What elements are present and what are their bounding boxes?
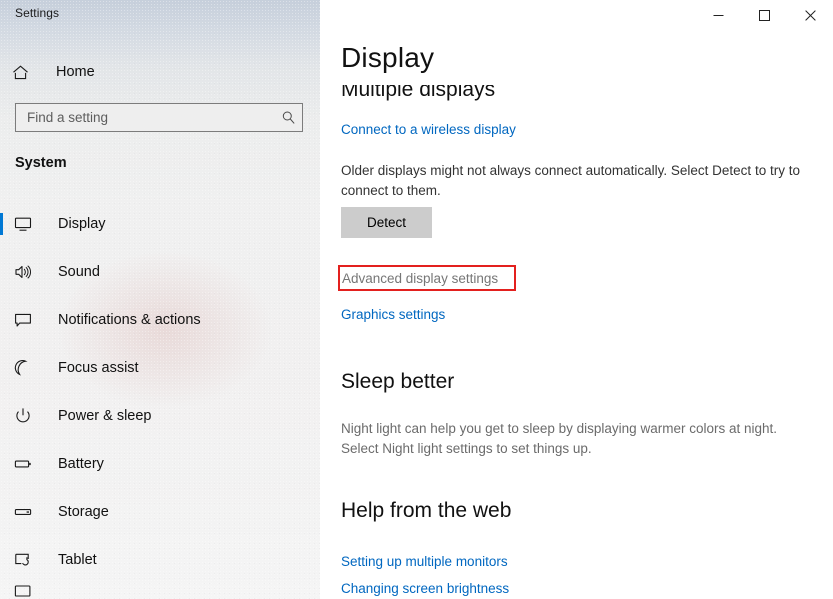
sidebar-item-sound[interactable]: Sound	[0, 248, 320, 296]
battery-icon	[14, 455, 40, 473]
storage-drive-icon	[14, 503, 40, 521]
sidebar-item-notifications[interactable]: Notifications & actions	[0, 296, 320, 344]
page-title: Display	[341, 42, 434, 74]
help-heading: Help from the web	[341, 499, 511, 523]
sidebar-item-label: Focus assist	[58, 360, 139, 376]
tablet-touch-icon	[14, 551, 40, 569]
sidebar-item-label: Notifications & actions	[58, 312, 201, 328]
sleep-better-description: Night light can help you get to sleep by…	[341, 419, 806, 459]
sidebar-item-overflow-clipped[interactable]	[14, 584, 54, 599]
sidebar-item-label: Display	[58, 216, 106, 232]
connect-wireless-display-link[interactable]: Connect to a wireless display	[341, 122, 516, 137]
sidebar-item-label: Sound	[58, 264, 100, 280]
notification-balloon-icon	[14, 311, 40, 329]
sidebar: Settings Home Find a setting System	[0, 0, 320, 599]
sidebar-item-label: Storage	[58, 504, 109, 520]
window-controls	[695, 0, 833, 30]
sleep-better-heading: Sleep better	[341, 370, 454, 394]
sidebar-item-label: Battery	[58, 456, 104, 472]
advanced-display-settings-highlight: Advanced display settings	[338, 265, 516, 291]
close-icon	[805, 10, 816, 21]
moon-icon	[14, 359, 40, 377]
monitor-icon	[14, 215, 40, 233]
home-icon	[12, 64, 38, 81]
search-placeholder: Find a setting	[16, 110, 274, 125]
sidebar-nav: Display Sound	[0, 200, 320, 584]
sidebar-item-battery[interactable]: Battery	[0, 440, 320, 488]
detect-description: Older displays might not always connect …	[341, 161, 806, 201]
detect-button[interactable]: Detect	[341, 207, 432, 238]
advanced-display-settings-link[interactable]: Advanced display settings	[340, 271, 498, 286]
close-button[interactable]	[787, 0, 833, 30]
page-title-bar: Display	[320, 40, 833, 85]
sidebar-item-home[interactable]: Home	[12, 58, 95, 86]
help-link-multiple-monitors[interactable]: Setting up multiple monitors	[341, 554, 508, 569]
maximize-icon	[759, 10, 770, 21]
power-icon	[14, 407, 40, 425]
sidebar-item-home-label: Home	[56, 64, 95, 80]
sidebar-item-focus-assist[interactable]: Focus assist	[0, 344, 320, 392]
sidebar-item-label: Power & sleep	[58, 408, 152, 424]
search-input[interactable]: Find a setting	[15, 103, 303, 132]
minimize-button[interactable]	[695, 0, 741, 30]
speaker-icon	[14, 263, 40, 281]
help-link-screen-brightness[interactable]: Changing screen brightness	[341, 581, 509, 596]
app-title: Settings	[15, 6, 59, 20]
sidebar-item-display[interactable]: Display	[0, 200, 320, 248]
search-icon	[274, 110, 302, 125]
sidebar-item-power-sleep[interactable]: Power & sleep	[0, 392, 320, 440]
sidebar-section-title: System	[15, 155, 67, 171]
sidebar-item-tablet[interactable]: Tablet	[0, 536, 320, 584]
minimize-icon	[713, 10, 724, 21]
sidebar-item-label: Tablet	[58, 552, 97, 568]
maximize-button[interactable]	[741, 0, 787, 30]
graphics-settings-link[interactable]: Graphics settings	[341, 307, 445, 322]
sidebar-item-storage[interactable]: Storage	[0, 488, 320, 536]
selection-indicator	[0, 213, 3, 235]
settings-window: Settings Home Find a setting System	[0, 0, 833, 599]
